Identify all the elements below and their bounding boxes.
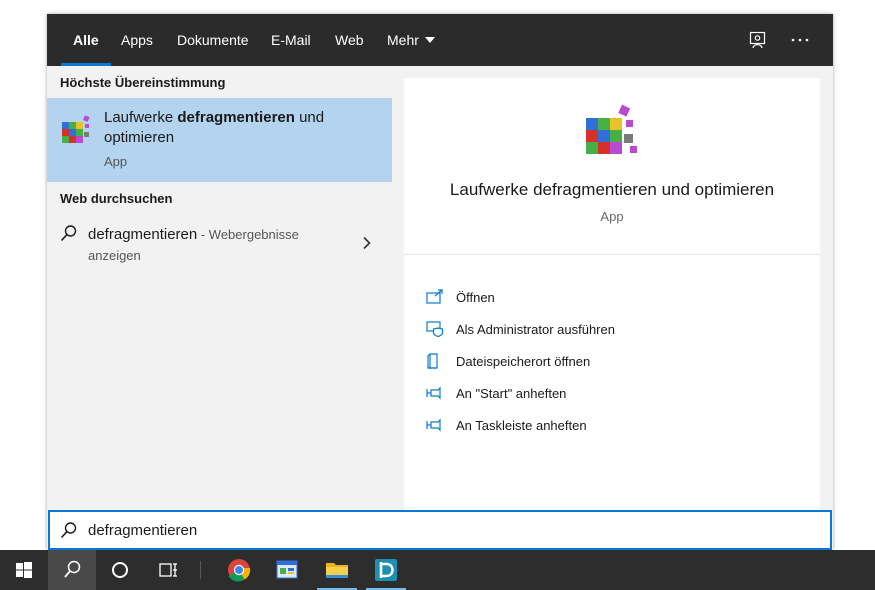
taskbar-search-button[interactable] (48, 550, 96, 590)
taskbar-app[interactable] (362, 550, 410, 590)
control-panel-icon (276, 560, 298, 579)
action-open-label: Öffnen (456, 290, 495, 305)
search-window: Alle Apps Dokumente E-Mail Web Mehr Höch… (47, 14, 833, 550)
web-result-item[interactable]: defragmentieren - Webergebnisse anzeigen (47, 220, 392, 270)
web-result-text: defragmentieren - Webergebnisse anzeigen (88, 226, 299, 263)
folder-icon (326, 563, 348, 578)
best-match-header: Höchste Übereinstimmung (60, 75, 226, 90)
web-search-header: Web durchsuchen (60, 191, 173, 206)
taskbar-chrome[interactable] (215, 550, 263, 590)
tab-email[interactable]: E-Mail (271, 14, 311, 66)
windows-logo-icon (16, 562, 32, 578)
start-button[interactable] (0, 550, 48, 590)
action-open-file-location[interactable]: Dateispeicherort öffnen (426, 352, 786, 372)
best-match-title: Laufwerke defragmentieren und optimieren (104, 109, 325, 146)
search-icon (60, 224, 78, 242)
search-box[interactable]: defragmentieren (48, 510, 832, 550)
desktop: Alle Apps Dokumente E-Mail Web Mehr Höch… (0, 0, 875, 590)
more-options-icon[interactable] (790, 30, 810, 50)
pin-icon (426, 417, 444, 433)
action-run-as-admin-label: Als Administrator ausführen (456, 322, 615, 337)
tab-dokumente[interactable]: Dokumente (177, 14, 249, 66)
action-open[interactable]: Öffnen (426, 288, 786, 308)
defrag-app-icon (59, 112, 93, 146)
detail-divider (404, 254, 820, 255)
chrome-icon (228, 559, 251, 582)
chevron-down-icon (424, 37, 435, 43)
shield-admin-icon (426, 321, 444, 338)
taskbar (0, 550, 875, 590)
action-run-as-admin[interactable]: Als Administrator ausführen (426, 320, 786, 340)
tab-alle[interactable]: Alle (61, 14, 111, 66)
search-icon (64, 560, 81, 578)
open-icon (426, 289, 444, 305)
detail-title: Laufwerke defragmentieren und optimieren (449, 180, 775, 199)
action-pin-to-start[interactable]: An "Start" anheften (426, 384, 786, 404)
task-view-button[interactable] (144, 550, 192, 590)
action-pin-to-start-label: An "Start" anheften (456, 386, 567, 401)
chevron-right-icon[interactable] (362, 236, 372, 250)
feedback-icon[interactable] (748, 30, 768, 50)
search-input[interactable]: defragmentieren (88, 522, 197, 539)
best-match-subtitle: App (104, 154, 128, 169)
tab-web[interactable]: Web (335, 14, 364, 66)
action-pin-to-taskbar[interactable]: An Taskleiste anheften (426, 416, 786, 436)
action-open-file-location-label: Dateispeicherort öffnen (456, 354, 591, 369)
file-location-icon (426, 353, 444, 369)
taskbar-file-explorer[interactable] (313, 550, 361, 590)
detail-panel: Laufwerke defragmentieren und optimieren… (404, 78, 820, 510)
search-icon (60, 521, 78, 539)
task-view-icon (159, 563, 177, 577)
defrag-app-large-icon (582, 104, 642, 162)
action-pin-to-taskbar-label: An Taskleiste anheften (456, 418, 587, 433)
tab-apps[interactable]: Apps (121, 14, 153, 66)
tab-mehr-label: Mehr (387, 32, 419, 48)
detail-subtitle: App (600, 209, 624, 224)
search-filter-bar: Alle Apps Dokumente E-Mail Web Mehr (47, 14, 833, 66)
cortana-circle-icon (112, 562, 128, 578)
best-match-result[interactable]: Laufwerke defragmentieren und optimieren… (47, 98, 392, 182)
cortana-button[interactable] (96, 550, 144, 590)
app-d-icon (375, 559, 397, 581)
taskbar-separator (200, 561, 201, 579)
tab-mehr[interactable]: Mehr (387, 14, 435, 66)
taskbar-control-panel[interactable] (263, 550, 311, 590)
pin-icon (426, 385, 444, 401)
